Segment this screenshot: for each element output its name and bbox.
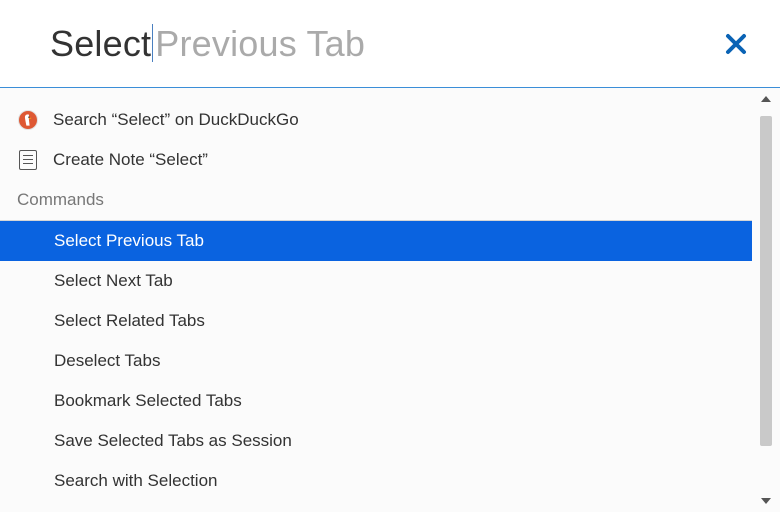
command-label: Select Previous Tab <box>54 231 204 251</box>
command-deselect-tabs[interactable]: Deselect Tabs <box>0 341 752 381</box>
command-label: Deselect Tabs <box>54 351 160 371</box>
close-icon <box>724 32 748 56</box>
results-list: Search “Select” on DuckDuckGo Create Not… <box>0 88 780 501</box>
note-icon <box>17 149 39 171</box>
scroll-down-icon[interactable] <box>761 498 771 504</box>
command-save-selected-tabs-as-session[interactable]: Save Selected Tabs as Session <box>0 421 752 461</box>
command-select-previous-tab[interactable]: Select Previous Tab <box>0 221 752 261</box>
search-web-action[interactable]: Search “Select” on DuckDuckGo <box>0 100 752 140</box>
commands-section-header: Commands <box>0 180 752 220</box>
create-note-action[interactable]: Create Note “Select” <box>0 140 752 180</box>
command-select-related-tabs[interactable]: Select Related Tabs <box>0 301 752 341</box>
text-caret <box>152 24 153 62</box>
scroll-up-icon[interactable] <box>761 96 771 102</box>
scrollbar[interactable] <box>760 98 774 502</box>
quick-command-input[interactable]: Select Previous Tab <box>50 18 730 68</box>
results-panel: Search “Select” on DuckDuckGo Create Not… <box>0 88 780 512</box>
command-label: Save Selected Tabs as Session <box>54 431 292 451</box>
command-label: Select Related Tabs <box>54 311 205 331</box>
command-search-with-selection[interactable]: Search with Selection <box>0 461 752 501</box>
command-label: Bookmark Selected Tabs <box>54 391 242 411</box>
create-note-label: Create Note “Select” <box>53 150 208 170</box>
search-suggestion-text: Previous Tab <box>155 19 365 69</box>
command-label: Search with Selection <box>54 471 217 491</box>
scroll-thumb[interactable] <box>760 116 772 446</box>
command-select-next-tab[interactable]: Select Next Tab <box>0 261 752 301</box>
search-typed-text: Select <box>50 19 151 69</box>
command-bookmark-selected-tabs[interactable]: Bookmark Selected Tabs <box>0 381 752 421</box>
command-label: Select Next Tab <box>54 271 173 291</box>
search-header: Select Previous Tab <box>0 0 780 88</box>
close-button[interactable] <box>724 32 752 60</box>
search-web-label: Search “Select” on DuckDuckGo <box>53 110 299 130</box>
duckduckgo-icon <box>17 109 39 131</box>
